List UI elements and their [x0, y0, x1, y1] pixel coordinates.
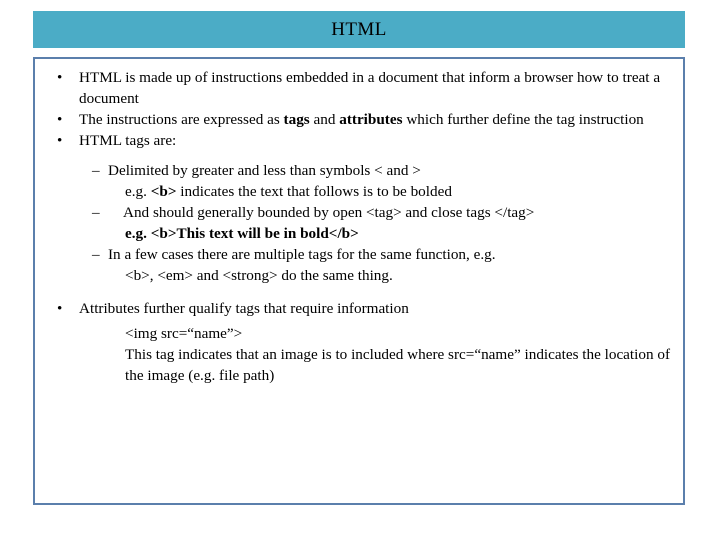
bullet-dash-icon: –	[92, 162, 100, 179]
example-line: <b>, <em> and <strong> do the same thing…	[125, 267, 393, 284]
sub-list-item-label: In a few cases there are multiple tags f…	[108, 246, 496, 263]
slide-title-bar: HTML	[33, 11, 685, 48]
text-run: The instructions are expressed as	[79, 111, 284, 128]
list-item-label: HTML tags are:	[79, 132, 177, 149]
example-line: e.g. <b> indicates the text that follows…	[45, 181, 673, 202]
text-run: and	[309, 111, 340, 128]
example-line: <img src=“name”>	[125, 325, 243, 342]
slide-canvas: HTML • HTML is made up of instructions e…	[0, 0, 720, 540]
list-item: • Attributes further qualify tags that r…	[45, 298, 673, 319]
sub-list-item-label: And should generally bounded by open <ta…	[123, 204, 535, 221]
sub-list-item: – Delimited by greater and less than sym…	[45, 160, 673, 181]
bullet-dot-icon: •	[57, 111, 63, 128]
text-run-bold: <b>	[150, 183, 177, 200]
text-run-bold: attributes	[339, 111, 403, 128]
list-item-label: Attributes further qualify tags that req…	[79, 300, 409, 317]
bullet-dash-icon: –	[92, 246, 100, 263]
sub-list-item: – And should generally bounded by open <…	[45, 202, 673, 223]
example-line: This tag indicates that an image is to i…	[125, 346, 670, 384]
bullet-dot-icon: •	[57, 300, 63, 317]
list-item: • HTML tags are:	[45, 130, 673, 151]
text-run: indicates the text that follows is to be…	[176, 183, 452, 200]
bullet-dot-icon: •	[57, 132, 63, 149]
text-run: which further define the tag instruction	[402, 111, 644, 128]
bullet-dash-icon: –	[92, 204, 100, 221]
slide-content-inner: • HTML is made up of instructions embedd…	[35, 59, 683, 386]
bullet-dot-icon: •	[57, 69, 63, 86]
list-item-label: The instructions are expressed as tags a…	[79, 111, 644, 128]
text-run: e.g.	[125, 183, 151, 200]
page-title: HTML	[331, 19, 387, 40]
sub-list-item: – In a few cases there are multiple tags…	[45, 244, 673, 265]
list-item-label: HTML is made up of instructions embedded…	[79, 69, 661, 107]
list-item: • HTML is made up of instructions embedd…	[45, 67, 673, 109]
sub-list-item-label: Delimited by greater and less than symbo…	[108, 162, 421, 179]
slide-content-box: • HTML is made up of instructions embedd…	[33, 57, 685, 505]
example-line: e.g. <b>This text will be in bold</b>	[125, 225, 359, 242]
text-run-bold: tags	[283, 111, 310, 128]
list-item: • The instructions are expressed as tags…	[45, 109, 673, 130]
